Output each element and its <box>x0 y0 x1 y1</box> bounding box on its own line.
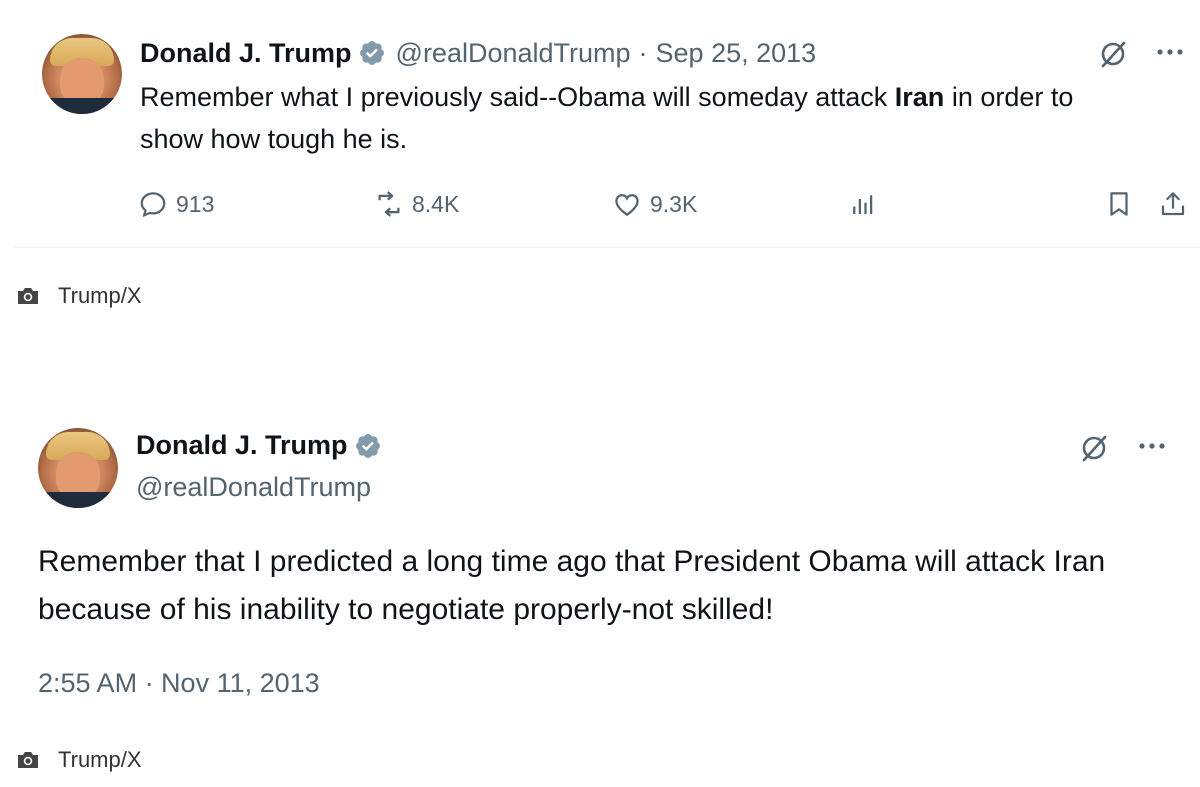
author-name[interactable]: Donald J. Trump <box>140 38 352 69</box>
camera-icon <box>18 288 38 304</box>
tweet-card-1[interactable]: Donald J. Trump @realDonaldTrump · Sep 2… <box>14 14 1200 248</box>
share-icon <box>1161 192 1185 216</box>
tweet-timestamp[interactable]: 2:55 AM · Nov 11, 2013 <box>38 668 320 699</box>
image-caption: Trump/X <box>16 745 142 775</box>
tweet-text-part: Remember what I previously said--Obama w… <box>140 82 895 112</box>
tweet-header: Donald J. Trump <box>136 430 382 461</box>
like-icon <box>615 194 639 216</box>
author-handle[interactable]: @realDonaldTrump <box>396 38 631 69</box>
more-icon[interactable] <box>1150 38 1190 66</box>
reply-count: 913 <box>176 190 215 217</box>
camera-icon <box>18 752 38 768</box>
image-caption: Trump/X <box>16 281 142 311</box>
views-icon <box>853 195 873 214</box>
more-icon[interactable] <box>1132 432 1172 460</box>
tweet-text: Remember that I predicted a long time ag… <box>38 545 1106 626</box>
avatar[interactable] <box>42 34 122 114</box>
repost-count: 8.4K <box>412 190 460 217</box>
page: Donald J. Trump @realDonaldTrump · Sep 2… <box>0 0 1200 787</box>
separator-dot: · <box>638 37 648 68</box>
tweet-header: Donald J. Trump @realDonaldTrump · Sep 2… <box>140 36 816 70</box>
bookmark-button[interactable] <box>1104 184 1142 224</box>
avatar[interactable] <box>38 428 118 508</box>
tweet-date[interactable]: Sep 25, 2013 <box>656 38 817 69</box>
caption-text: Trump/X <box>58 283 142 308</box>
tweet-actions: 913 8.4K 9.3K <box>138 184 1188 224</box>
share-button[interactable] <box>1158 184 1196 224</box>
tweet-text-bold: Iran <box>894 82 945 112</box>
bookmark-icon <box>1110 192 1128 216</box>
reply-button[interactable]: 913 <box>138 184 214 224</box>
reply-icon <box>140 192 166 218</box>
like-count: 9.3K <box>650 190 698 217</box>
verified-badge-icon <box>359 41 384 65</box>
author-handle[interactable]: @realDonaldTrump <box>136 472 371 503</box>
like-button[interactable]: 9.3K <box>612 184 697 224</box>
repost-icon <box>378 191 400 217</box>
verified-badge-icon <box>355 433 380 458</box>
author-name[interactable]: Donald J. Trump <box>136 430 348 461</box>
caption-text: Trump/X <box>58 747 142 772</box>
repost-button[interactable]: 8.4K <box>374 184 459 224</box>
tweet-text: Remember what I previously said--Obama w… <box>140 76 1140 160</box>
grok-icon[interactable] <box>1078 432 1110 464</box>
grok-icon[interactable] <box>1097 38 1129 70</box>
views-button[interactable] <box>848 184 886 224</box>
